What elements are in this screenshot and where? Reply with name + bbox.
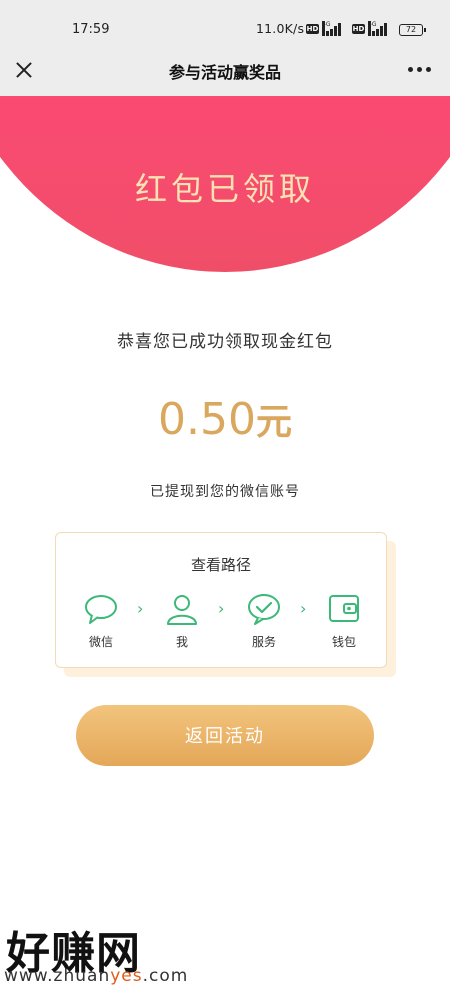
amount-value: 0.50 xyxy=(158,394,256,445)
wallet-icon xyxy=(329,595,359,622)
chat-bubble-icon xyxy=(85,595,117,624)
congrats-text: 恭喜您已成功领取现金红包 xyxy=(117,332,333,352)
chevron-right-icon: › xyxy=(137,599,144,618)
path-step-wallet: 钱包 xyxy=(314,593,374,650)
return-activity-button[interactable]: 返回活动 xyxy=(76,705,374,766)
network-speed: 11.0K/s xyxy=(256,21,305,36)
path-step-label: 服务 xyxy=(251,635,276,649)
banner-title: 红包已领取 xyxy=(134,170,315,208)
chevron-right-icon: › xyxy=(300,599,307,618)
battery-icon: 72 xyxy=(399,24,426,36)
path-step-label: 微信 xyxy=(88,635,113,649)
nav-bar: 参与活动赢奖品 xyxy=(0,44,450,96)
person-icon xyxy=(167,595,197,625)
path-step-wechat: 微信 xyxy=(71,593,131,650)
watermark-url: www.zhuanyes.com xyxy=(4,966,189,986)
amount-display: 0.50元 xyxy=(0,393,450,445)
page-title: 参与活动赢奖品 xyxy=(168,63,281,82)
path-step-label: 我 xyxy=(175,635,188,649)
hd-icon-2: HD xyxy=(352,24,365,34)
path-step-service: 服务 xyxy=(234,593,294,650)
withdrawn-note: 已提现到您的微信账号 xyxy=(150,484,300,500)
path-step-label: 钱包 xyxy=(331,635,356,649)
status-bar: 17:59 11.0K/s HD 5G HD 5G 72 xyxy=(0,0,450,44)
more-icon[interactable] xyxy=(404,66,434,74)
path-step-me: 我 xyxy=(152,593,212,650)
chevron-right-icon: › xyxy=(218,599,225,618)
hd-icon: HD xyxy=(306,24,319,34)
path-card: 查看路径 微信 › 我 › 服务 › 钱包 xyxy=(55,532,387,668)
signal-icon: 5G xyxy=(322,21,342,36)
amount-unit: 元 xyxy=(255,402,292,443)
status-time: 17:59 xyxy=(72,22,110,37)
path-card-title: 查看路径 xyxy=(190,556,251,574)
signal-icon-2: 5G xyxy=(368,21,388,36)
check-circle-icon xyxy=(248,594,280,625)
